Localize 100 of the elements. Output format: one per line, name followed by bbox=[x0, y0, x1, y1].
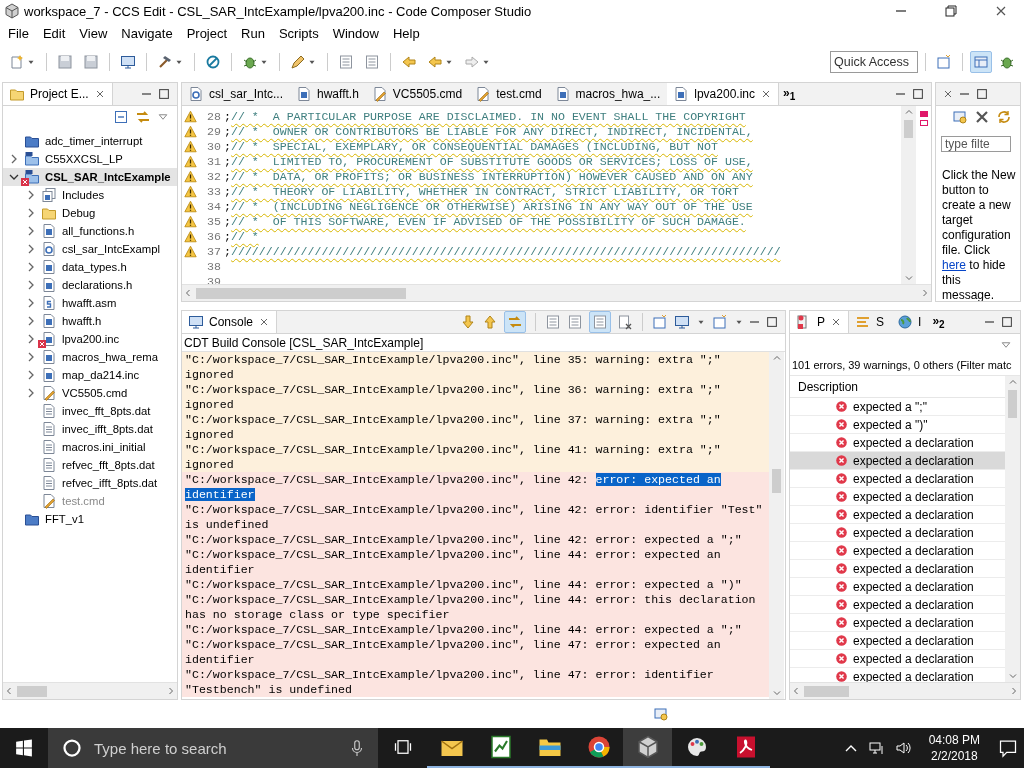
tree-item[interactable]: VC5505.cmd bbox=[3, 384, 177, 402]
menu-item[interactable]: Project bbox=[179, 25, 235, 41]
hide-message-link[interactable]: here bbox=[942, 258, 967, 272]
speaker-icon[interactable] bbox=[894, 740, 911, 756]
tree-item[interactable]: invec_fft_8pts.dat bbox=[3, 402, 177, 420]
view-tab[interactable]: P bbox=[790, 311, 849, 333]
view-tab[interactable]: Project E... bbox=[3, 83, 113, 105]
editor-tab[interactable]: macros_hwa_... bbox=[548, 83, 668, 105]
close-icon[interactable] bbox=[830, 316, 842, 328]
problem-row[interactable]: expected a declaration bbox=[790, 596, 1005, 614]
tree-item[interactable]: refvec_ifft_8pts.dat bbox=[3, 474, 177, 492]
notification-icon[interactable] bbox=[998, 738, 1018, 758]
tree-item[interactable]: CSL_SAR_IntcExample bbox=[3, 168, 177, 186]
problem-row[interactable]: expected a declaration bbox=[790, 632, 1005, 650]
vertical-scrollbar[interactable] bbox=[769, 352, 784, 699]
maximize-icon[interactable] bbox=[157, 87, 171, 101]
problem-row[interactable]: expected a declaration bbox=[790, 578, 1005, 596]
refresh-icon[interactable] bbox=[996, 109, 1012, 125]
tree-item[interactable]: Includes bbox=[3, 186, 177, 204]
collapse-all-icon[interactable] bbox=[113, 109, 129, 125]
tree-item[interactable]: Debug bbox=[3, 204, 177, 222]
menu-item[interactable]: Help bbox=[385, 25, 427, 41]
horizontal-scrollbar[interactable] bbox=[182, 284, 931, 301]
tree-item[interactable]: lpva200.inc bbox=[3, 330, 177, 348]
error-marker[interactable] bbox=[919, 111, 928, 117]
more-tabs[interactable]: »$_{2}$ bbox=[928, 313, 949, 331]
tree-item[interactable]: macros.ini_initial bbox=[3, 438, 177, 456]
network-icon[interactable] bbox=[868, 740, 885, 756]
horizontal-scrollbar[interactable] bbox=[790, 682, 1020, 699]
tree-item[interactable]: map_da214.inc bbox=[3, 366, 177, 384]
menu-item[interactable]: Edit bbox=[35, 25, 73, 41]
menu-item[interactable]: File bbox=[1, 25, 36, 41]
document-icon[interactable] bbox=[567, 314, 583, 330]
clock[interactable]: 04:08 PM 2/2/2018 bbox=[920, 732, 988, 764]
tree-item[interactable]: refvec_fft_8pts.dat bbox=[3, 456, 177, 474]
scrollbar-thumb[interactable] bbox=[804, 685, 849, 697]
view-menu-icon[interactable] bbox=[157, 111, 169, 123]
problem-row[interactable]: expected a declaration bbox=[790, 614, 1005, 632]
tree-item[interactable]: hwafft.asm bbox=[3, 294, 177, 312]
tree-item[interactable]: FFT_v1 bbox=[3, 510, 177, 528]
tree-item[interactable]: test.cmd bbox=[3, 492, 177, 510]
menu-item[interactable]: Run bbox=[234, 25, 272, 41]
quick-access-field[interactable]: Quick Access bbox=[830, 51, 918, 73]
menu-item[interactable]: View bbox=[72, 25, 115, 41]
horizontal-scrollbar[interactable] bbox=[3, 682, 177, 699]
editor-tab[interactable]: lpva200.inc bbox=[667, 83, 779, 105]
tree-item[interactable]: invec_ifft_8pts.dat bbox=[3, 420, 177, 438]
monitor-icon[interactable] bbox=[674, 314, 690, 330]
maximize-icon[interactable] bbox=[765, 315, 779, 329]
overview-marker[interactable] bbox=[919, 120, 928, 126]
view-tab[interactable]: S bbox=[849, 311, 892, 333]
maximize-icon[interactable] bbox=[911, 87, 925, 101]
problem-row[interactable]: expected a ")" bbox=[790, 416, 1005, 434]
arrow-down-icon[interactable] bbox=[460, 314, 476, 330]
scrollbar-thumb[interactable] bbox=[196, 287, 406, 299]
new-target-icon[interactable] bbox=[952, 109, 968, 125]
problem-row[interactable]: expected a declaration bbox=[790, 470, 1005, 488]
problem-row[interactable]: expected a declaration bbox=[790, 506, 1005, 524]
tree-item[interactable]: data_types.h bbox=[3, 258, 177, 276]
menu-item[interactable]: Window bbox=[325, 25, 386, 41]
taskbar-search[interactable]: Type here to search bbox=[48, 728, 378, 768]
close-icon[interactable] bbox=[760, 88, 772, 100]
menu-item[interactable]: Navigate bbox=[114, 25, 180, 41]
scrollbar-thumb[interactable] bbox=[1008, 390, 1017, 418]
close-icon[interactable] bbox=[942, 88, 954, 100]
word-wrap-button[interactable] bbox=[589, 311, 611, 333]
problem-row[interactable]: expected a ";" bbox=[790, 398, 1005, 416]
problem-row[interactable]: expected a declaration bbox=[790, 650, 1005, 668]
column-header[interactable]: Description bbox=[790, 376, 1005, 398]
perspective-button[interactable] bbox=[970, 51, 992, 73]
problem-row[interactable]: expected a declaration bbox=[790, 524, 1005, 542]
problem-row[interactable]: expected a declaration bbox=[790, 452, 1005, 470]
view-menu-icon[interactable] bbox=[1000, 339, 1012, 351]
vertical-scrollbar[interactable] bbox=[1005, 376, 1020, 682]
filter-field[interactable]: type filte bbox=[941, 136, 1011, 152]
scrollbar-thumb[interactable] bbox=[772, 469, 781, 493]
tree-item[interactable]: adc_timer_interrupt bbox=[3, 132, 177, 150]
taskbar-app[interactable] bbox=[623, 728, 672, 768]
editor-tab[interactable]: VC5505.cmd bbox=[365, 83, 470, 105]
menu-item[interactable]: Scripts bbox=[271, 25, 326, 41]
clear-console-icon[interactable] bbox=[617, 314, 633, 330]
scrollbar-thumb[interactable] bbox=[904, 120, 913, 138]
vertical-scrollbar[interactable] bbox=[901, 106, 916, 284]
tree-item[interactable]: csl_sar_IntcExampl bbox=[3, 240, 177, 258]
view-tab[interactable]: I bbox=[891, 311, 929, 333]
progress-icon[interactable] bbox=[653, 706, 669, 722]
tree-item[interactable]: declarations.h bbox=[3, 276, 177, 294]
editor-tab[interactable]: csl_sar_Intc... bbox=[182, 83, 291, 105]
tree-item[interactable]: hwafft.h bbox=[3, 312, 177, 330]
console-tab[interactable]: Console bbox=[182, 311, 278, 333]
problem-row[interactable]: expected a declaration bbox=[790, 488, 1005, 506]
delete-icon[interactable] bbox=[974, 109, 990, 125]
maximize-icon[interactable] bbox=[1000, 315, 1014, 329]
maximize-icon[interactable] bbox=[975, 87, 989, 101]
document-icon[interactable] bbox=[545, 314, 561, 330]
scrollbar-thumb[interactable] bbox=[17, 685, 47, 697]
problem-row[interactable]: expected a declaration bbox=[790, 560, 1005, 578]
more-tabs[interactable]: »$_{1}$ bbox=[779, 85, 800, 103]
editor-tab[interactable]: hwafft.h bbox=[290, 83, 366, 105]
search-input[interactable]: Type here to search bbox=[92, 738, 338, 758]
